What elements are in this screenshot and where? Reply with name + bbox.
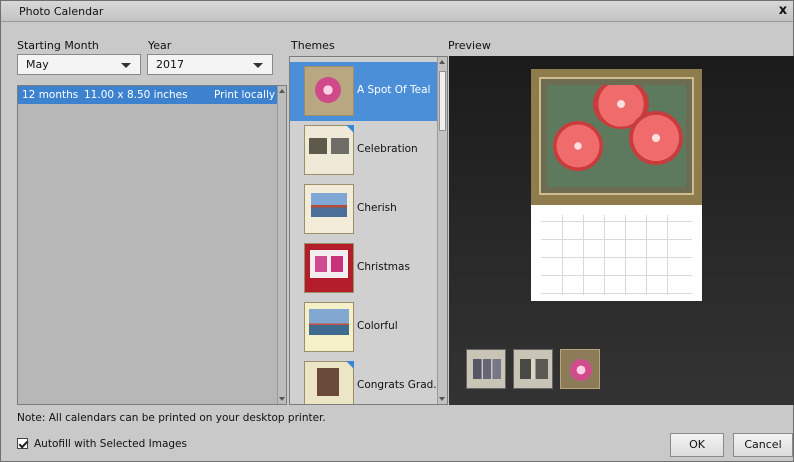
theme-thumbnail [304,243,354,293]
theme-item-cherish[interactable]: Cherish [290,180,438,239]
theme-item-celebration[interactable]: Celebration [290,121,438,180]
chevron-down-icon [253,63,263,68]
ok-button[interactable]: OK [670,433,724,457]
close-button[interactable]: x [775,3,791,19]
calendar-photo-page [531,69,702,202]
starting-month-label: Starting Month [17,39,99,52]
theme-item-christmas[interactable]: Christmas [290,239,438,298]
starting-month-value: May [26,58,49,71]
theme-name: A Spot Of Teal [357,84,431,96]
photo-calendar-dialog: Photo Calendar x Starting Month Year The… [0,0,794,462]
themes-list[interactable]: A Spot Of Teal Celebration Cherish Chris… [289,56,448,405]
scrollbar-thumb[interactable] [439,71,446,131]
theme-name: Cherish [357,202,397,214]
window-title: Photo Calendar [19,5,104,18]
theme-item-colorful[interactable]: Colorful [290,298,438,357]
theme-name: Celebration [357,143,418,155]
corner-badge-icon [346,125,354,133]
list-item[interactable]: 12 months 11.00 x 8.50 inches Print loca… [18,86,278,104]
preview-thumbnail-1[interactable] [466,349,506,389]
theme-name: Christmas [357,261,410,273]
theme-item-a-spot-of-teal[interactable]: A Spot Of Teal [290,62,438,121]
theme-thumbnail [304,125,354,175]
calendar-grid [531,202,702,301]
preview-thumbnail-2[interactable] [513,349,553,389]
autofill-label[interactable]: Autofill with Selected Images [34,438,187,450]
theme-thumbnail [304,184,354,234]
chevron-down-icon [121,63,131,68]
preview-photo [547,85,686,187]
year-value: 2017 [156,58,184,71]
preview-thumbnail-3[interactable] [560,349,600,389]
scroll-down-icon[interactable] [279,397,285,401]
cancel-button[interactable]: Cancel [733,433,793,457]
title-bar: Photo Calendar x [1,1,793,22]
scroll-up-icon[interactable] [439,60,445,64]
year-label: Year [148,39,172,52]
scroll-down-icon[interactable] [439,397,445,401]
theme-item-congrats-grad[interactable]: Congrats Grad... [290,357,443,404]
scroll-up-icon[interactable] [279,89,285,93]
theme-name: Congrats Grad... [357,379,444,391]
year-dropdown[interactable]: 2017 [147,54,273,75]
preview-pane [449,56,794,405]
calendar-size-list[interactable]: 12 months 11.00 x 8.50 inches Print loca… [17,85,287,405]
corner-badge-icon [346,361,354,369]
photo-frame [539,77,694,195]
size-text: 11.00 x 8.50 inches [84,89,188,101]
preview-label: Preview [448,39,491,52]
months-text: 12 months [22,89,79,101]
theme-thumbnail [304,66,354,116]
autofill-checkbox[interactable] [17,438,28,449]
themes-label: Themes [291,39,335,52]
theme-thumbnail [304,302,354,352]
themes-scrollbar[interactable] [437,57,447,404]
list-scrollbar[interactable] [277,86,286,404]
print-note: Note: All calendars can be printed on yo… [17,412,326,424]
theme-name: Colorful [357,320,398,332]
print-option-text: Print locally [214,89,276,101]
theme-thumbnail [304,361,354,404]
calendar-preview [531,69,702,301]
starting-month-dropdown[interactable]: May [17,54,141,75]
